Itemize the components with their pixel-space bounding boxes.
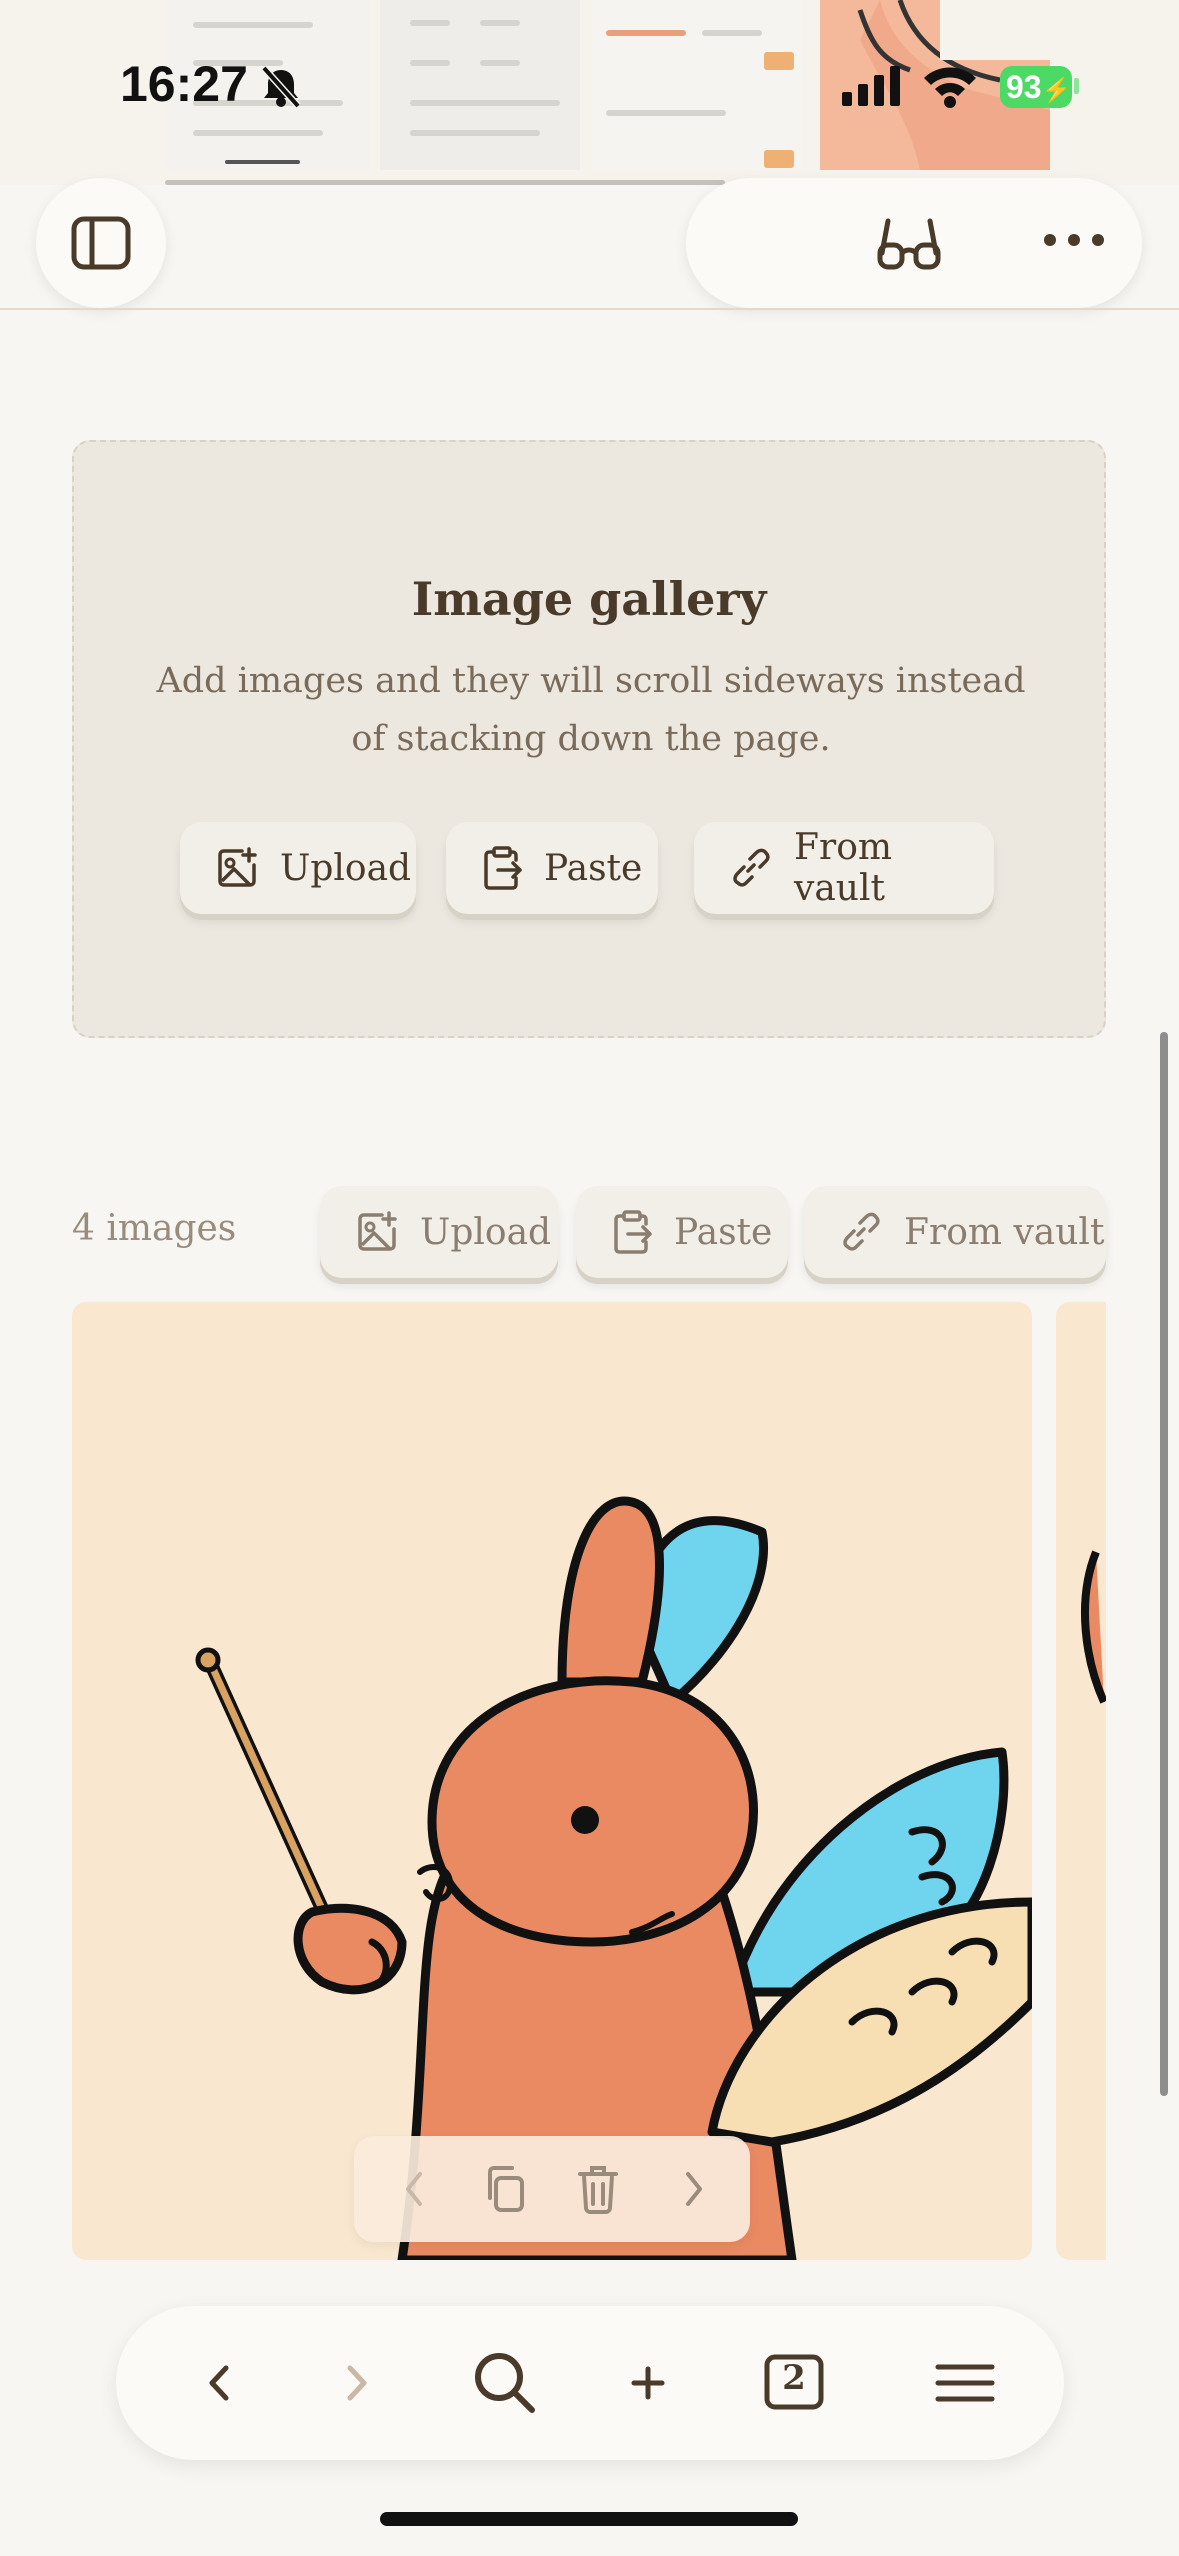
page-scrollbar[interactable]	[1160, 1032, 1168, 2096]
back-icon[interactable]	[198, 2350, 238, 2416]
tabs-button[interactable]: 2	[764, 2354, 824, 2410]
copy-icon[interactable]	[482, 2162, 528, 2216]
paste-button[interactable]: Paste	[446, 822, 658, 914]
wifi-icon	[924, 67, 976, 108]
upload-label: Upload	[420, 1211, 552, 1253]
from-vault-button[interactable]: From vault	[694, 822, 994, 914]
link-icon	[843, 1212, 880, 1251]
paste-label: Paste	[544, 847, 643, 889]
status-time: 16:27	[120, 56, 248, 112]
preview-thumbnail	[380, 0, 580, 170]
gallery-image-next[interactable]	[1056, 1302, 1106, 2260]
previous-image-icon[interactable]	[398, 2162, 428, 2216]
trash-icon[interactable]	[576, 2162, 620, 2216]
image-gallery-empty-card: Image gallery Add images and they will s…	[72, 440, 1106, 1038]
from-vault-button[interactable]: From vault	[804, 1186, 1106, 1278]
preview-thumbnail	[592, 0, 802, 170]
home-indicator	[380, 2512, 798, 2526]
upload-button[interactable]: Upload	[320, 1186, 558, 1278]
menu-icon[interactable]	[934, 2350, 996, 2416]
toolbar-divider	[0, 308, 1179, 310]
battery-tip	[1074, 78, 1079, 94]
gallery-description: Add images and they will scroll sideways…	[156, 661, 1026, 759]
paste-button[interactable]: Paste	[576, 1186, 788, 1278]
next-image-icon[interactable]	[680, 2162, 710, 2216]
gallery-title: Image gallery	[411, 572, 767, 626]
new-tab-icon[interactable]	[628, 2350, 668, 2416]
sidebar-toggle-button[interactable]	[36, 178, 166, 308]
bell-muted-icon	[261, 65, 301, 109]
link-icon	[733, 848, 770, 887]
cellular-signal-icon	[842, 66, 900, 106]
gallery-image-rabbit[interactable]	[72, 1302, 1032, 2260]
search-icon[interactable]	[472, 2350, 538, 2416]
from-vault-label: From vault	[904, 1211, 1105, 1253]
from-vault-label: From vault	[794, 827, 892, 909]
clipboard-paste-icon	[614, 1210, 652, 1254]
upload-button[interactable]: Upload	[180, 822, 416, 914]
tab-count: 2	[782, 2358, 806, 2398]
image-upload-icon	[358, 1211, 397, 1251]
image-controls	[354, 2136, 750, 2242]
preview-scroll-indicator	[165, 180, 725, 185]
toolbar-actions	[686, 178, 1142, 308]
image-upload-icon	[218, 847, 257, 887]
clipboard-paste-icon	[484, 846, 522, 890]
bottom-navigation: 2	[116, 2306, 1064, 2460]
image-count: 4 images	[72, 1208, 237, 1249]
reader-mode-icon[interactable]	[876, 213, 942, 273]
more-options-icon[interactable]	[1042, 232, 1106, 248]
sidebar-toggle-icon	[71, 216, 131, 270]
battery-indicator: 93⚡	[1000, 66, 1072, 108]
upload-label: Upload	[280, 847, 412, 889]
forward-icon[interactable]	[338, 2350, 378, 2416]
paste-label: Paste	[674, 1211, 773, 1253]
rabbit-angel-illustration	[195, 1496, 1032, 2260]
